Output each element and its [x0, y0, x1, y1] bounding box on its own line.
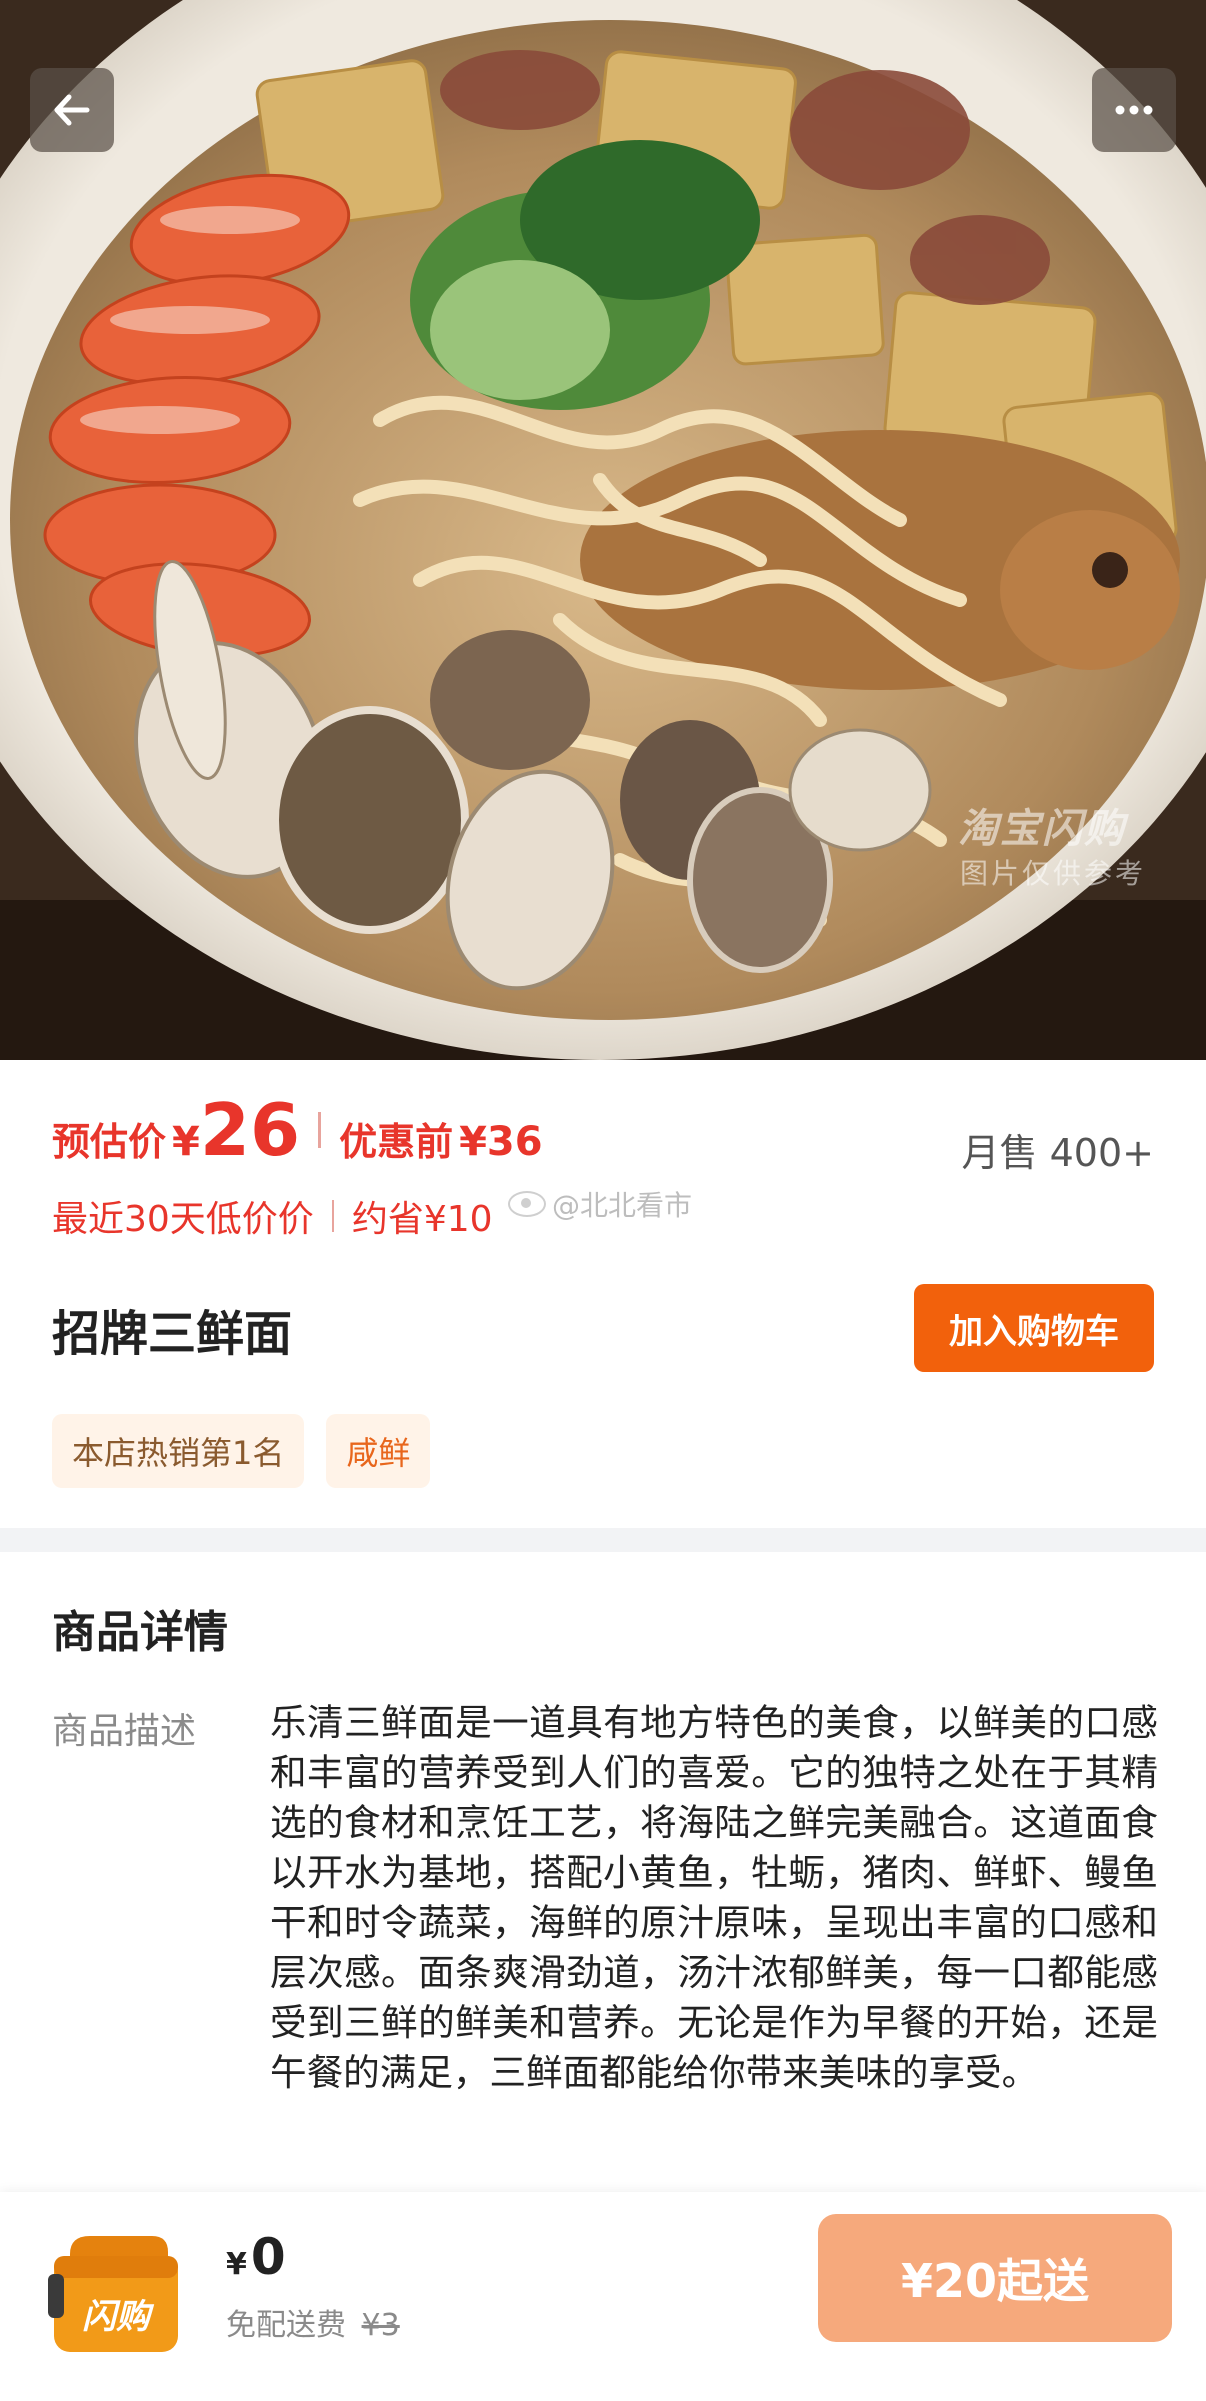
- min-order-button[interactable]: ¥20起送: [818, 2214, 1172, 2342]
- section-divider: [0, 1528, 1206, 1552]
- tag-flavor: 咸鲜: [326, 1414, 431, 1488]
- product-details-section: 商品详情 商品描述 乐清三鲜面是一道具有地方特色的美食，以鲜美的口感和丰富的营养…: [0, 1552, 1206, 2192]
- estimated-price-value: 26: [199, 1088, 301, 1172]
- original-price-value: ¥36: [459, 1119, 543, 1165]
- social-watermark: @北北看市: [508, 1184, 692, 1224]
- tag-bestseller: 本店热销第1名: [52, 1414, 305, 1488]
- product-name: 招牌三鲜面: [52, 1306, 293, 1362]
- product-page: 淘宝闪购 图片仅供参考 预估价 ¥ 26 优惠前 ¥36 月售 400+ 最近3…: [0, 0, 1206, 2401]
- price-divider: [318, 1112, 322, 1148]
- delivery-fee-row: 免配送费 ¥3: [226, 2300, 400, 2344]
- monthly-sales: 月售 400+: [961, 1131, 1154, 1175]
- shopping-bag-icon[interactable]: 闪购: [40, 2216, 190, 2366]
- arrow-left-icon: [54, 94, 90, 126]
- image-watermark-brand: 淘宝闪购: [958, 806, 1126, 852]
- image-watermark-note: 图片仅供参考: [960, 857, 1147, 890]
- product-hero-image: 淘宝闪购 图片仅供参考: [0, 0, 1206, 1060]
- delivery-amount: 0: [250, 2228, 286, 2286]
- estimated-price-label: 预估价: [52, 1120, 167, 1164]
- social-watermark-text: @北北看市: [552, 1189, 693, 1222]
- back-button[interactable]: [30, 68, 114, 152]
- more-dots-icon: [1115, 105, 1153, 115]
- description-text: 乐清三鲜面是一道具有地方特色的美食，以鲜美的口感和丰富的营养受到人们的喜爱。它的…: [270, 1701, 1158, 2094]
- original-delivery-fee: ¥3: [361, 2308, 400, 2343]
- description-label: 商品描述: [52, 1711, 197, 1752]
- low-price-divider: [331, 1200, 334, 1232]
- noodle-bowl-photo: [0, 0, 1206, 1060]
- delivery-price: ¥ 0: [226, 2228, 286, 2286]
- price-row: 预估价 ¥ 26 优惠前 ¥36: [52, 1094, 543, 1166]
- product-info-card: 预估价 ¥ 26 优惠前 ¥36 月售 400+ 最近30天低价价 约省¥10 …: [0, 1060, 1206, 1528]
- estimated-price-currency: ¥: [172, 1119, 200, 1165]
- weibo-eye-icon: [508, 1191, 546, 1217]
- add-to-cart-button[interactable]: 加入购物车: [914, 1284, 1154, 1372]
- delivery-currency: ¥: [226, 2247, 247, 2282]
- original-price-label: 优惠前: [339, 1120, 454, 1164]
- bag-label: 闪购: [82, 2297, 155, 2337]
- product-tags: 本店热销第1名 咸鲜: [52, 1414, 431, 1488]
- low-price-badge: 最近30天低价价: [52, 1199, 314, 1240]
- bottom-action-bar: 闪购 ¥ 0 免配送费 ¥3 ¥20起送: [0, 2192, 1206, 2401]
- details-title: 商品详情: [52, 1607, 228, 1658]
- more-button[interactable]: [1092, 68, 1176, 152]
- free-delivery-label: 免配送费: [226, 2308, 346, 2343]
- savings-text: 约省¥10: [351, 1199, 493, 1240]
- low-price-row: 最近30天低价价 约省¥10: [52, 1190, 493, 1242]
